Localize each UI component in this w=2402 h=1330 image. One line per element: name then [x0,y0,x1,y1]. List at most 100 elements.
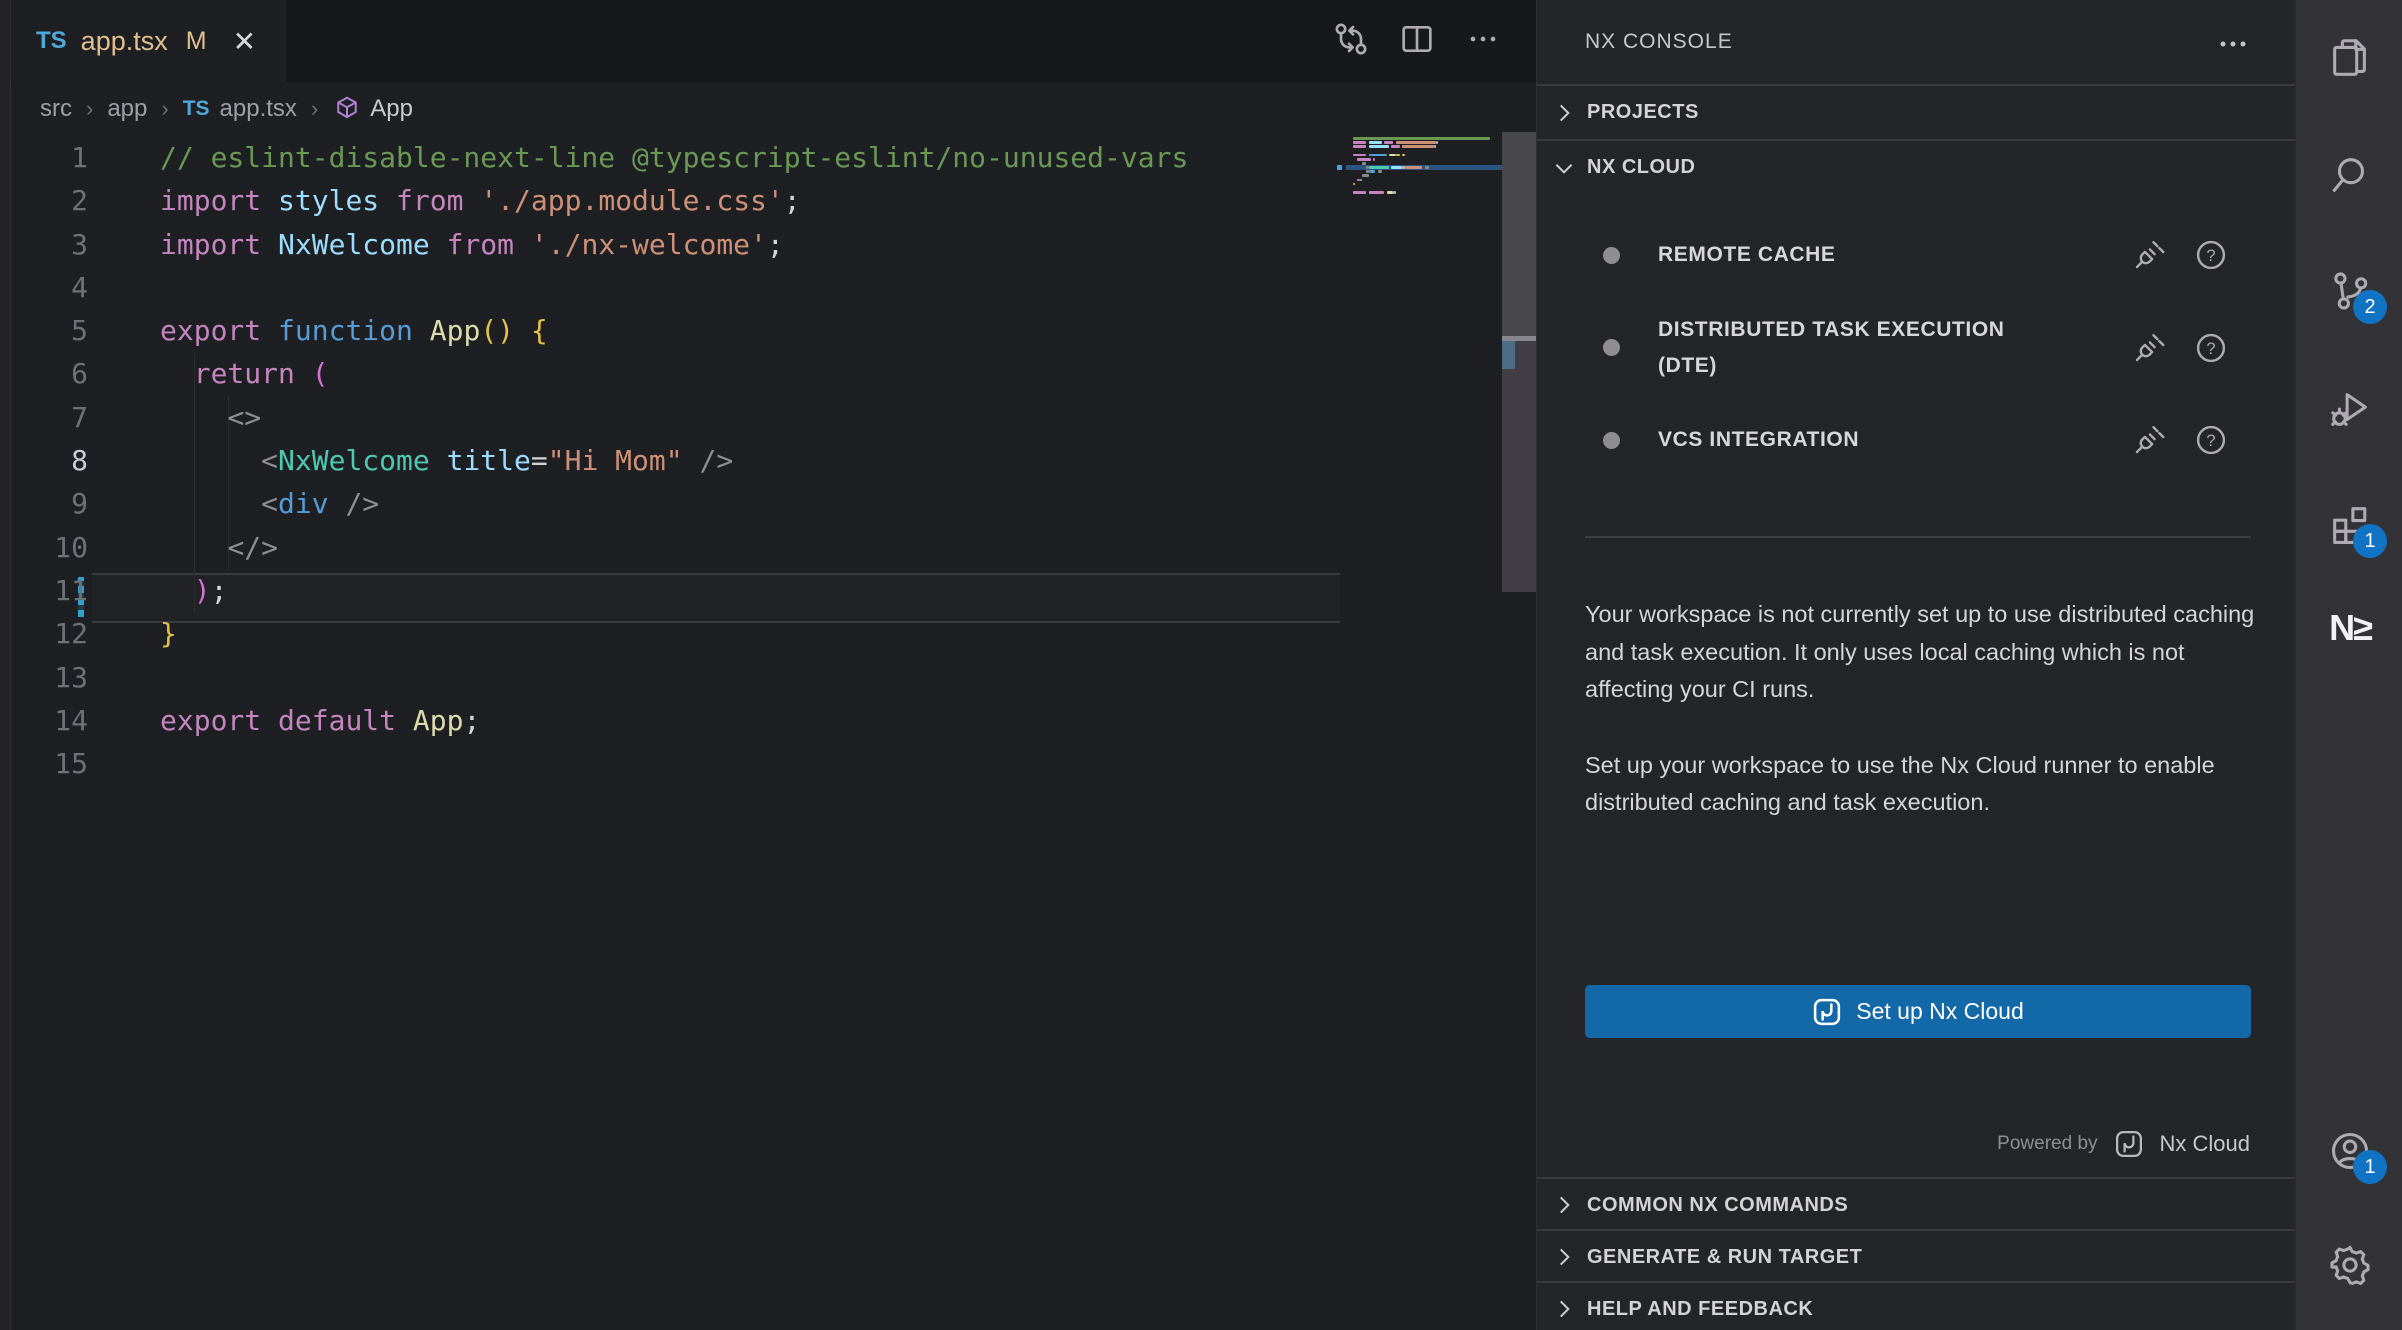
typescript-file-icon: TS [36,27,67,55]
tab-app-tsx[interactable]: TS app.tsx M ✕ [12,0,286,82]
nx-console-activity-icon[interactable]: N≥ [2327,605,2373,651]
divider [1585,536,2251,538]
minimap-line [1384,141,1393,144]
line-number: 11 [0,569,88,612]
code-editor[interactable]: 1 // eslint-disable-next-line @typescript… [0,136,1536,1330]
code-line[interactable]: 15 [0,742,1536,785]
minimap-line [1425,166,1429,169]
section-projects[interactable]: PROJECTS [1537,84,2295,139]
close-tab-icon[interactable]: ✕ [233,25,256,58]
code-text: </> [160,526,278,569]
line-number: 13 [0,656,88,699]
scrollbar-slider[interactable] [1502,132,1536,336]
breadcrumb-symbol[interactable]: App [370,95,413,123]
line-number: 6 [0,352,88,395]
help-question-icon[interactable]: ? [2193,237,2229,273]
panel-more-actions-icon[interactable] [2211,22,2255,66]
code-text: <div /> [160,482,379,525]
nx-cloud-icon [1812,997,1842,1027]
breadcrumb-separator: › [86,96,93,122]
connect-plug-icon[interactable] [2131,237,2167,273]
code-line[interactable]: 12} [0,612,1536,655]
activity-bar: 2 1 N≥ 1 [2295,0,2402,1330]
code-text: return ( [160,352,329,395]
minimap-line [1434,145,1436,148]
line-number: 12 [0,612,88,655]
cloud-item-dte: DISTRIBUTED TASK EXECUTION (DTE) ? [1585,305,2251,390]
section-help-and-feedback[interactable]: HELP AND FEEDBACK [1537,1281,2295,1330]
minimap-line [1396,154,1400,157]
nx-console-panel: NX CONSOLE PROJECTS NX CLOUD REMOTE CACH… [1536,0,2295,1330]
code-line[interactable]: 7 <> [0,396,1536,439]
minimap-line [1369,170,1376,173]
code-line[interactable]: 13 [0,656,1536,699]
minimap-line [1391,166,1402,169]
cloud-item-vcs: VCS INTEGRATION ? [1585,410,2251,470]
minimap-modified-marker [1337,165,1342,171]
svg-text:?: ? [2206,340,2215,358]
cloud-item-label: REMOTE CACHE [1658,237,2013,273]
source-control-icon[interactable]: 2 [2327,268,2373,314]
run-debug-icon[interactable] [2327,386,2373,432]
code-text: import NxWelcome from './nx-welcome'; [160,223,784,266]
editor-toolbar [1330,18,1504,60]
code-line[interactable]: 9 <div /> [0,482,1536,525]
split-editor-icon[interactable] [1396,18,1438,60]
nx-cloud-icon [2114,1129,2144,1159]
section-nx-cloud[interactable]: NX CLOUD [1537,139,2295,194]
vscode-window: TS app.tsx M ✕ [0,0,2402,1330]
breadcrumb-folder[interactable]: app [107,95,147,123]
description-paragraph: Your workspace is not currently set up t… [1585,596,2257,709]
minimap-line [1353,141,1366,144]
minimap-line [1369,154,1387,157]
line-number: 3 [0,223,88,266]
scm-badge: 2 [2353,290,2387,324]
code-text: export default App; [160,699,480,742]
minimap-line [1360,179,1362,182]
section-generate-run-target[interactable]: GENERATE & RUN TARGET [1537,1229,2295,1283]
line-number: 10 [0,526,88,569]
code-line[interactable]: 2import styles from './app.module.css'; [0,179,1536,222]
svg-text:?: ? [2206,247,2215,265]
open-changes-icon[interactable] [1330,18,1372,60]
code-line[interactable]: 1 // eslint-disable-next-line @typescript… [0,136,1536,179]
code-text: <NxWelcome title="Hi Mom" /> [160,439,733,482]
line-number: 1 [0,136,88,179]
extensions-icon[interactable]: 1 [2327,502,2373,548]
tab-bar: TS app.tsx M ✕ [0,0,1536,82]
breadcrumb-folder[interactable]: src [40,95,72,123]
help-question-icon[interactable]: ? [2193,422,2229,458]
code-line[interactable]: 4 [0,266,1536,309]
cloud-item-label: VCS INTEGRATION [1658,422,2013,458]
code-line[interactable]: 14export default App; [0,699,1536,742]
breadcrumb-file[interactable]: app.tsx [220,95,297,123]
setup-nx-cloud-button[interactable]: Set up Nx Cloud [1585,985,2251,1038]
explorer-icon[interactable] [2327,35,2373,81]
extensions-badge: 1 [2353,524,2387,558]
settings-gear-icon[interactable] [2327,1242,2373,1288]
typescript-file-icon: TS [183,97,210,121]
minimap-line [1396,141,1436,144]
code-line[interactable]: 10 </> [0,526,1536,569]
minimap-line [1362,174,1369,177]
minimap-line [1353,154,1366,157]
editor-scrollbar[interactable] [1502,132,1536,592]
overview-modified-marker [1502,341,1515,369]
minimap[interactable] [1346,137,1506,237]
code-line[interactable]: 5export function App() { [0,309,1536,352]
connect-plug-icon[interactable] [2131,422,2167,458]
minimap-line [1353,145,1366,148]
more-actions-icon[interactable] [1462,18,1504,60]
code-line[interactable]: 3 import NxWelcome from './nx-welcome'; [0,223,1536,266]
search-icon[interactable] [2327,153,2373,199]
section-common-nx-commands[interactable]: COMMON NX COMMANDS [1537,1177,2295,1231]
code-line[interactable]: 8 <NxWelcome title="Hi Mom" /> [0,439,1536,482]
connect-plug-icon[interactable] [2131,330,2167,366]
line-number: 2 [0,179,88,222]
code-line[interactable]: 11 ); [0,569,1536,612]
code-line[interactable]: 6 return ( [0,352,1536,395]
code-text: } [160,612,177,655]
accounts-icon[interactable]: 1 [2327,1128,2373,1174]
help-question-icon[interactable]: ? [2193,330,2229,366]
code-text: // eslint-disable-next-line @typescript-… [160,136,1188,179]
